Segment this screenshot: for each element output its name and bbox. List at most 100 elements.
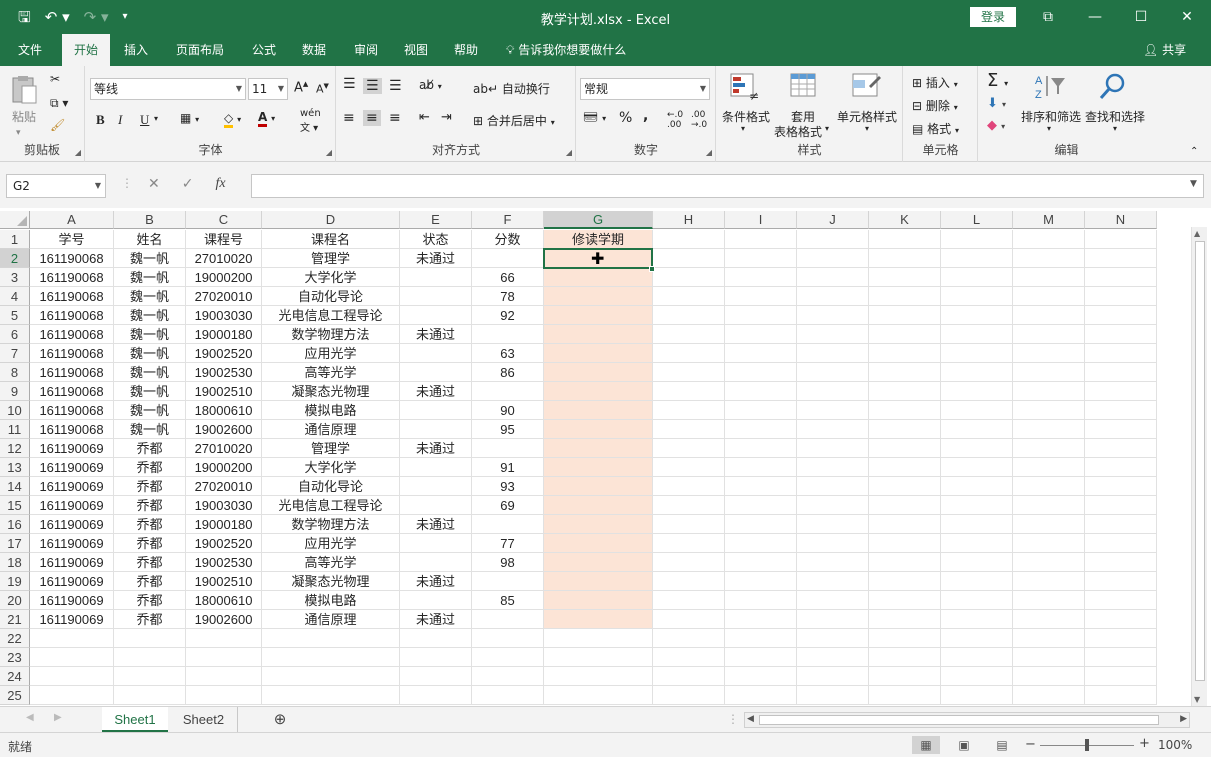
cell-j3[interactable]	[797, 268, 869, 287]
minimize-button[interactable]: —	[1072, 6, 1118, 28]
cell-h19[interactable]	[653, 572, 725, 591]
cell-k24[interactable]	[869, 667, 941, 686]
cell-d22[interactable]	[262, 629, 400, 648]
cell-d9[interactable]: 凝聚态光物理	[262, 382, 400, 401]
close-button[interactable]: ✕	[1164, 6, 1210, 28]
cell-e9[interactable]: 未通过	[400, 382, 472, 401]
cell-m3[interactable]	[1013, 268, 1085, 287]
cell-b25[interactable]	[114, 686, 186, 705]
cell-c18[interactable]: 19002530	[186, 553, 262, 572]
sheet-tab-sheet2[interactable]: Sheet2	[170, 707, 238, 732]
cell-f15[interactable]: 69	[472, 496, 544, 515]
cell-c25[interactable]	[186, 686, 262, 705]
cell-k15[interactable]	[869, 496, 941, 515]
cell-f4[interactable]: 78	[472, 287, 544, 306]
cell-d19[interactable]: 凝聚态光物理	[262, 572, 400, 591]
cell-g10[interactable]	[544, 401, 653, 420]
cell-g20[interactable]	[544, 591, 653, 610]
cell-c22[interactable]	[186, 629, 262, 648]
increase-font-icon[interactable]: A▲	[294, 80, 308, 95]
cell-m19[interactable]	[1013, 572, 1085, 591]
cell-k13[interactable]	[869, 458, 941, 477]
alignment-dialog-launcher-icon[interactable]: ◢	[566, 148, 572, 157]
cell-a20[interactable]: 161190069	[30, 591, 114, 610]
chevron-down-icon[interactable]: ▾	[154, 114, 158, 123]
cell-a25[interactable]	[30, 686, 114, 705]
cell-j12[interactable]	[797, 439, 869, 458]
cell-g17[interactable]	[544, 534, 653, 553]
cell-m15[interactable]	[1013, 496, 1085, 515]
column-header-c[interactable]: C	[186, 211, 262, 229]
cell-l11[interactable]	[941, 420, 1013, 439]
cell-d20[interactable]: 模拟电路	[262, 591, 400, 610]
cell-e19[interactable]: 未通过	[400, 572, 472, 591]
cell-i24[interactable]	[725, 667, 797, 686]
cell-e14[interactable]	[400, 477, 472, 496]
decrease-decimal-icon[interactable]: .00 →.0	[691, 110, 707, 130]
cell-h5[interactable]	[653, 306, 725, 325]
cell-e8[interactable]	[400, 363, 472, 382]
font-name-combo[interactable]: 等线 ▼	[90, 78, 246, 100]
cell-k19[interactable]	[869, 572, 941, 591]
cell-j13[interactable]	[797, 458, 869, 477]
login-button[interactable]: 登录	[970, 7, 1016, 27]
cell-l18[interactable]	[941, 553, 1013, 572]
cell-b3[interactable]: 魏一帆	[114, 268, 186, 287]
cell-j25[interactable]	[797, 686, 869, 705]
cell-c23[interactable]	[186, 648, 262, 667]
cell-m24[interactable]	[1013, 667, 1085, 686]
underline-button[interactable]: U	[140, 112, 149, 128]
format-cells-button[interactable]: ▤ 格式 ▾	[912, 120, 959, 137]
cell-e3[interactable]	[400, 268, 472, 287]
cell-m16[interactable]	[1013, 515, 1085, 534]
format-as-table-icon[interactable]	[789, 72, 825, 104]
zoom-slider-thumb[interactable]	[1085, 739, 1089, 751]
maximize-button[interactable]: ☐	[1118, 6, 1164, 28]
cell-d3[interactable]: 大学化学	[262, 268, 400, 287]
tab-view[interactable]: 视图	[396, 34, 436, 66]
cell-d16[interactable]: 数学物理方法	[262, 515, 400, 534]
cell-k12[interactable]	[869, 439, 941, 458]
cell-n22[interactable]	[1085, 629, 1157, 648]
page-layout-view-icon[interactable]: ▣	[950, 736, 978, 754]
cell-j2[interactable]	[797, 249, 869, 268]
cell-j20[interactable]	[797, 591, 869, 610]
cell-b15[interactable]: 乔都	[114, 496, 186, 515]
add-sheet-button[interactable]: ⊕	[270, 707, 290, 732]
scroll-up-icon[interactable]: ▲	[1194, 229, 1200, 238]
cell-c21[interactable]: 19002600	[186, 610, 262, 629]
cell-c10[interactable]: 18000610	[186, 401, 262, 420]
cell-h9[interactable]	[653, 382, 725, 401]
cell-b14[interactable]: 乔都	[114, 477, 186, 496]
paste-label[interactable]: 粘贴	[12, 108, 36, 125]
cell-b8[interactable]: 魏一帆	[114, 363, 186, 382]
cell-h10[interactable]	[653, 401, 725, 420]
cell-i13[interactable]	[725, 458, 797, 477]
cell-n9[interactable]	[1085, 382, 1157, 401]
cell-c24[interactable]	[186, 667, 262, 686]
cell-j19[interactable]	[797, 572, 869, 591]
cell-f11[interactable]: 95	[472, 420, 544, 439]
sheet-tab-sheet1[interactable]: Sheet1	[102, 707, 168, 732]
cell-d18[interactable]: 高等光学	[262, 553, 400, 572]
cell-a22[interactable]	[30, 629, 114, 648]
insert-cells-button[interactable]: ⊞ 插入 ▾	[912, 74, 958, 91]
fill-handle[interactable]	[649, 266, 655, 272]
cell-j5[interactable]	[797, 306, 869, 325]
vertical-scrollbar[interactable]: ▲ ▼	[1191, 227, 1207, 706]
sort-filter-icon[interactable]: AZ	[1033, 72, 1069, 104]
cell-a7[interactable]: 161190068	[30, 344, 114, 363]
increase-indent-icon[interactable]: ⇥	[441, 110, 452, 125]
row-header-25[interactable]: 25	[0, 686, 30, 705]
cell-e13[interactable]	[400, 458, 472, 477]
cell-e1[interactable]: 状态	[400, 230, 472, 249]
cell-m2[interactable]	[1013, 249, 1085, 268]
cell-f5[interactable]: 92	[472, 306, 544, 325]
cell-h17[interactable]	[653, 534, 725, 553]
scroll-right-icon[interactable]: ▶	[1180, 714, 1187, 724]
row-header-13[interactable]: 13	[0, 458, 30, 477]
clear-icon[interactable]: ◆ ▾	[987, 118, 1005, 133]
fill-color-icon[interactable]: ◇ ▾	[224, 111, 241, 128]
cell-g14[interactable]	[544, 477, 653, 496]
cell-j11[interactable]	[797, 420, 869, 439]
